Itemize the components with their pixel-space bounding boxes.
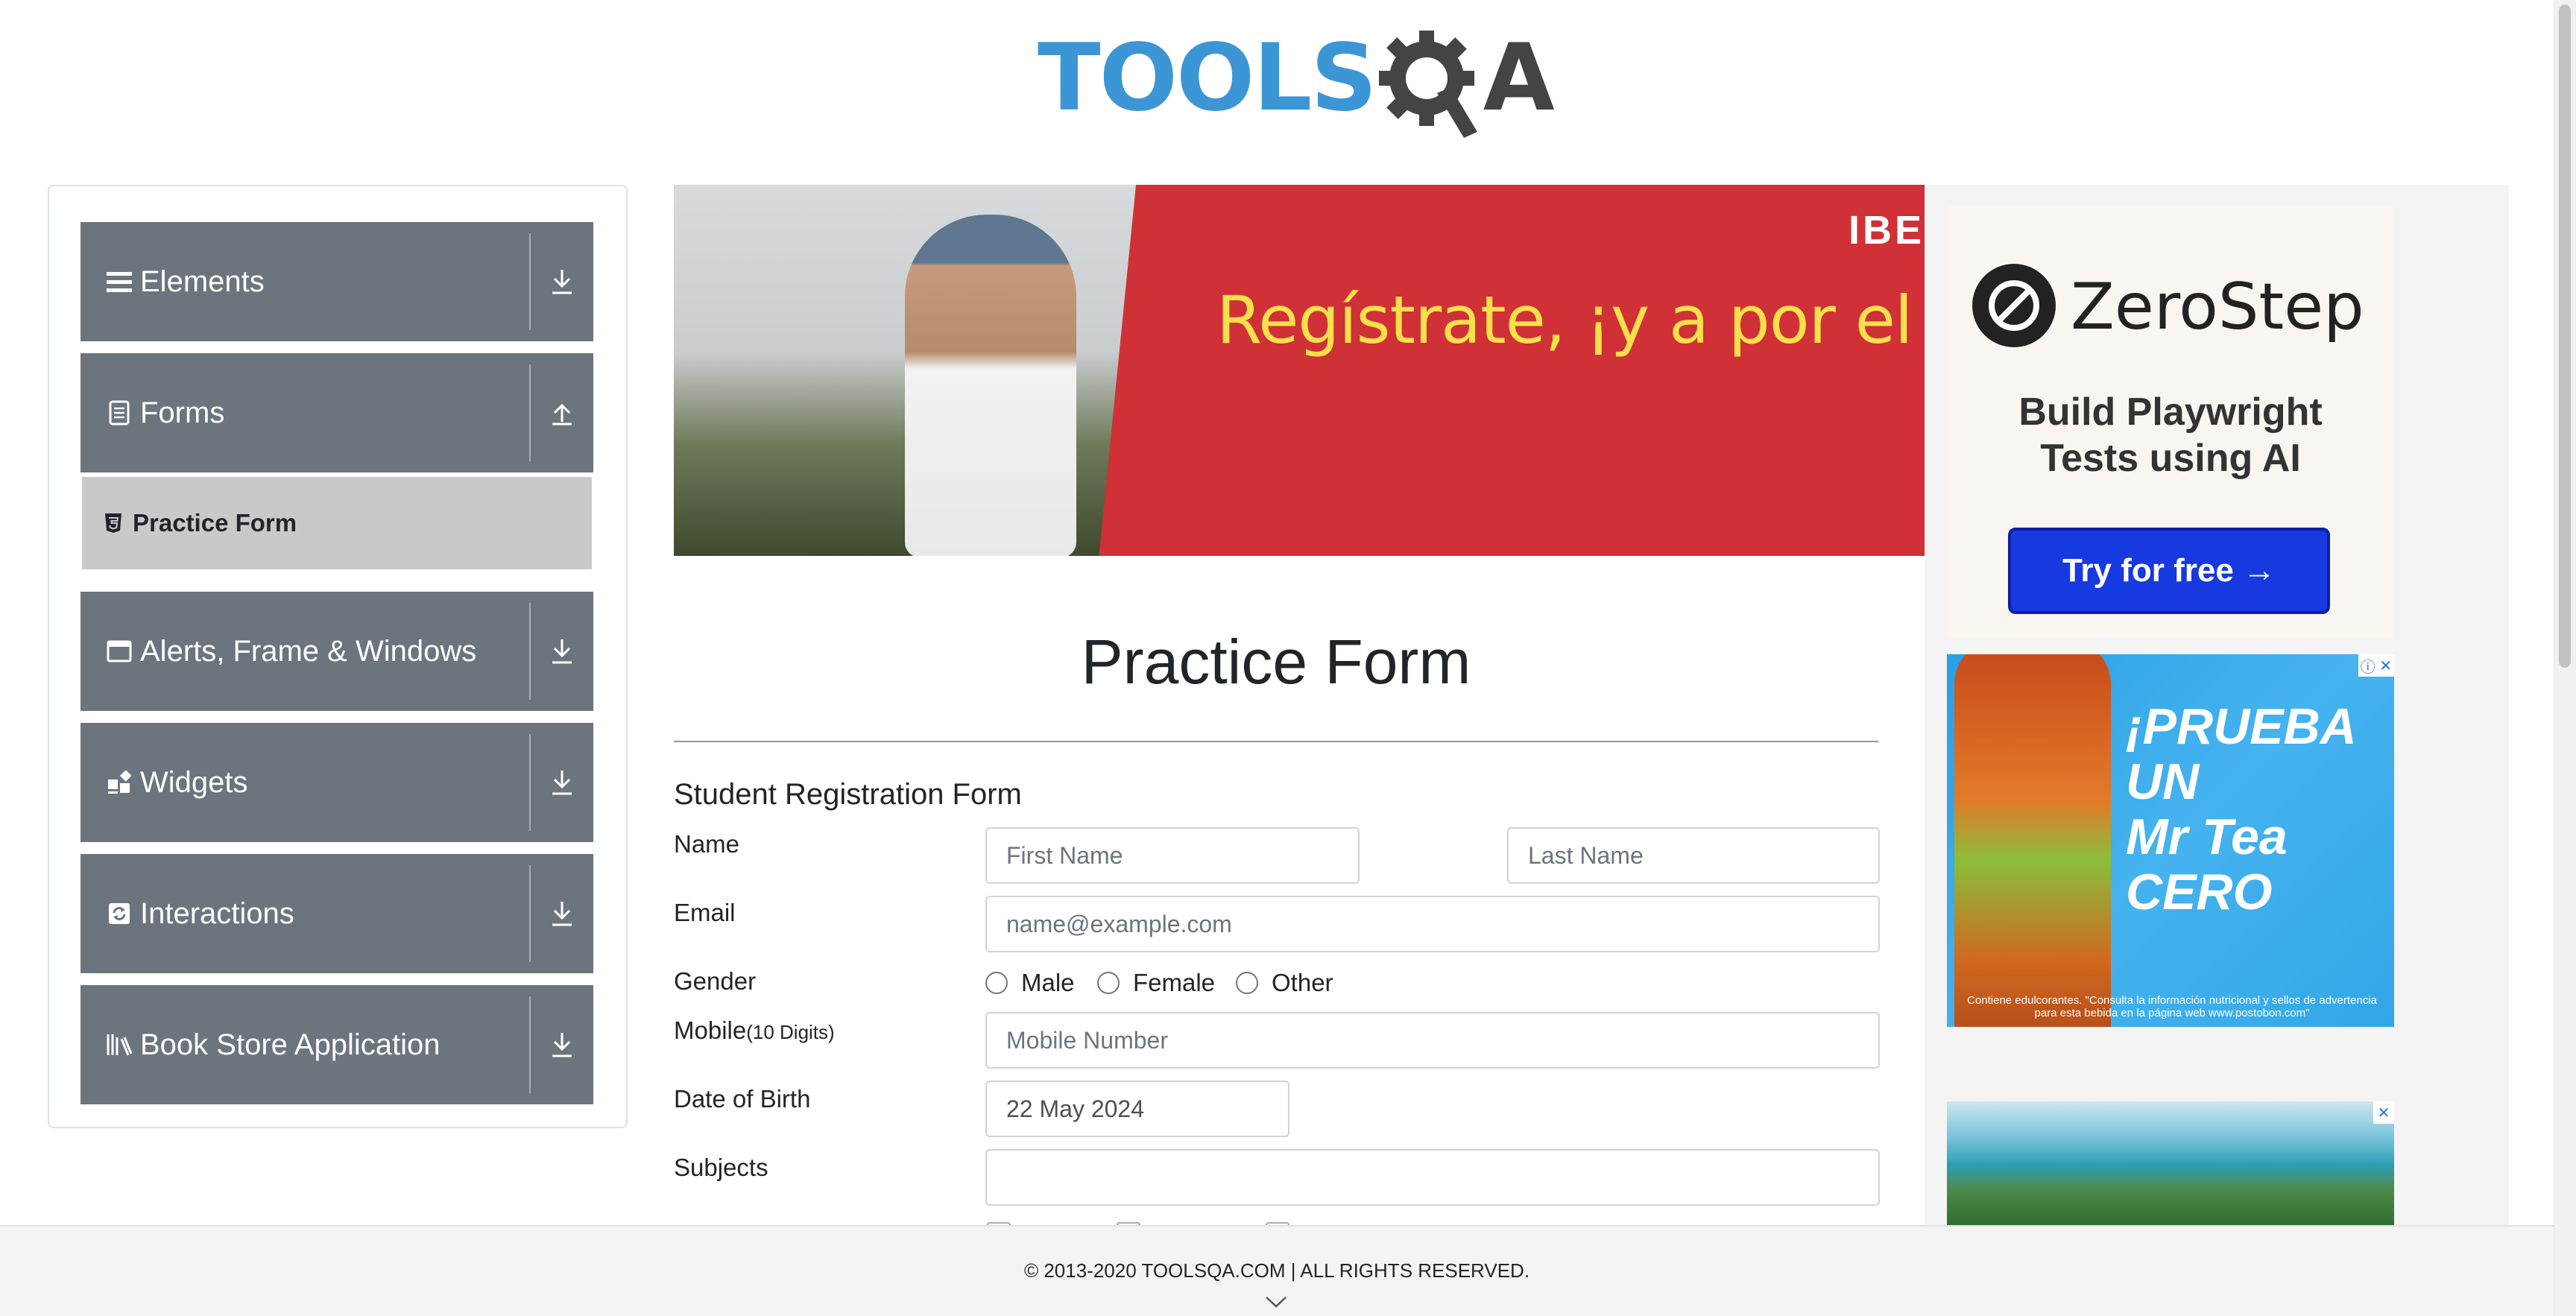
html5-icon	[104, 513, 122, 534]
nav-group-interactions[interactable]: Interactions	[80, 854, 593, 973]
gender-radio-other[interactable]: Other	[1236, 969, 1333, 997]
zerostep-name: ZeroStep	[2071, 270, 2364, 344]
banner-ad[interactable]: IBE Regístrate, ¡y a por el 20!	[674, 185, 1925, 556]
gear-icon	[1378, 28, 1480, 138]
beach-resort-ad[interactable]: ✕	[1947, 1101, 2394, 1228]
tea-fine-print: Contiene edulcorantes. "Consulta la info…	[1967, 994, 2377, 1019]
logo-tools-text: TOOLS	[1038, 25, 1377, 132]
close-icon[interactable]: ✕	[2379, 657, 2392, 675]
nav-group-book-store-application[interactable]: Book Store Application	[80, 985, 593, 1104]
subjects-input[interactable]	[985, 1149, 1880, 1206]
download-arrow-icon	[531, 900, 593, 927]
nav-group-label: Book Store Application	[140, 1028, 441, 1061]
zerostep-logo-icon	[1972, 264, 2056, 347]
radio-circle[interactable]	[1097, 972, 1120, 994]
info-icon[interactable]: ⓘ	[2361, 655, 2375, 677]
zerostep-ad[interactable]: ZeroStep Build Playwright Tests using AI…	[1947, 206, 2394, 638]
nav-group-forms[interactable]: Forms	[80, 353, 593, 472]
nav-item-practice-form[interactable]: Practice Form	[82, 477, 592, 569]
gender-radio-female[interactable]: Female	[1097, 969, 1215, 997]
toolsqa-logo[interactable]: TOOLS A	[1038, 22, 1555, 138]
nav-group-label: Widgets	[140, 765, 248, 799]
slogan-line-1: ¡PRUEBA UN	[2126, 698, 2355, 810]
window-icon	[104, 636, 134, 666]
mobile-label-text: Mobile	[674, 1016, 747, 1044]
tea-bottle-image	[1954, 654, 2111, 1027]
last-name-input[interactable]: Last Name	[1507, 827, 1880, 884]
nav-group-elements[interactable]: Elements	[80, 222, 593, 341]
date-of-birth-input[interactable]: 22 May 2024	[985, 1081, 1289, 1137]
mobile-hint: (10 Digits)	[746, 1021, 835, 1043]
gender-radio-male[interactable]: Male	[985, 969, 1075, 997]
tagline-line-2: Tests using AI	[2040, 437, 2301, 480]
copyright-text: © 2013-2020 TOOLSQA.COM | ALL RIGHTS RES…	[1023, 1259, 1530, 1282]
dob-label: Date of Birth	[674, 1085, 811, 1113]
interactions-icon	[104, 899, 134, 929]
nav-group-label: Elements	[140, 265, 265, 298]
download-arrow-icon	[531, 638, 593, 665]
footer: © 2013-2020 TOOLSQA.COM | ALL RIGHTS RES…	[0, 1225, 2554, 1316]
title-divider	[674, 741, 1878, 742]
nav-group-label: Forms	[140, 396, 225, 429]
name-label: Name	[674, 830, 740, 858]
form-subtitle: Student Registration Form	[674, 778, 1022, 811]
download-arrow-icon	[531, 1031, 593, 1058]
chevron-down-icon[interactable]	[1265, 1295, 1287, 1312]
tagline-line-1: Build Playwright	[2018, 390, 2323, 434]
banner-person-image	[905, 215, 1076, 556]
widgets-icon	[104, 768, 134, 797]
banner-headline: Regístrate, ¡y a por el 20!	[1216, 282, 1925, 358]
download-arrow-icon	[531, 268, 593, 295]
subjects-label: Subjects	[674, 1154, 768, 1181]
tea-slogan: ¡PRUEBA UN Mr Tea CERO	[2126, 699, 2394, 920]
upload-arrow-icon	[531, 399, 593, 426]
slogan-line-2: Mr Tea CERO	[2126, 809, 2288, 920]
download-arrow-icon	[531, 769, 593, 796]
ad-choices-close[interactable]: ⓘ ✕	[2358, 654, 2394, 677]
nav-group-label: Interactions	[140, 896, 294, 930]
close-icon[interactable]: ✕	[2378, 1104, 2390, 1122]
radio-circle[interactable]	[1236, 972, 1258, 994]
list-icon	[104, 267, 134, 297]
first-name-input[interactable]: First Name	[985, 827, 1360, 884]
left-sidebar: Elements Forms Practice Form Alerts, Fra…	[48, 185, 628, 1128]
radio-label: Male	[1021, 969, 1075, 996]
logo-a-text: A	[1483, 25, 1555, 132]
radio-label: Female	[1133, 969, 1216, 996]
nav-group-alerts-frame-windows[interactable]: Alerts, Frame & Windows	[80, 592, 593, 711]
page-title: Practice Form	[1081, 627, 1471, 697]
radio-label: Other	[1272, 969, 1333, 996]
banner-brand: IBE	[1848, 208, 1925, 253]
ad-close[interactable]: ✕	[2373, 1101, 2394, 1124]
document-icon	[104, 398, 134, 428]
mobile-label: Mobile(10 Digits)	[674, 1016, 835, 1045]
nav-group-label: Alerts, Frame & Windows	[140, 634, 477, 668]
try-for-free-button[interactable]: Try for free →	[2008, 528, 2330, 614]
email-label: Email	[674, 899, 736, 926]
email-input[interactable]: name@example.com	[985, 896, 1880, 952]
books-icon	[104, 1030, 134, 1060]
gender-label: Gender	[674, 967, 757, 995]
nav-item-label: Practice Form	[133, 509, 297, 537]
mobile-input[interactable]: Mobile Number	[985, 1012, 1880, 1069]
scrollbar-thumb[interactable]	[2559, 4, 2571, 668]
mr-tea-ad[interactable]: ¡PRUEBA UN Mr Tea CERO Contiene edulcora…	[1947, 654, 2394, 1027]
nav-group-widgets[interactable]: Widgets	[80, 723, 593, 842]
zerostep-tagline: Build Playwright Tests using AI	[1947, 389, 2394, 481]
radio-circle[interactable]	[985, 972, 1008, 994]
